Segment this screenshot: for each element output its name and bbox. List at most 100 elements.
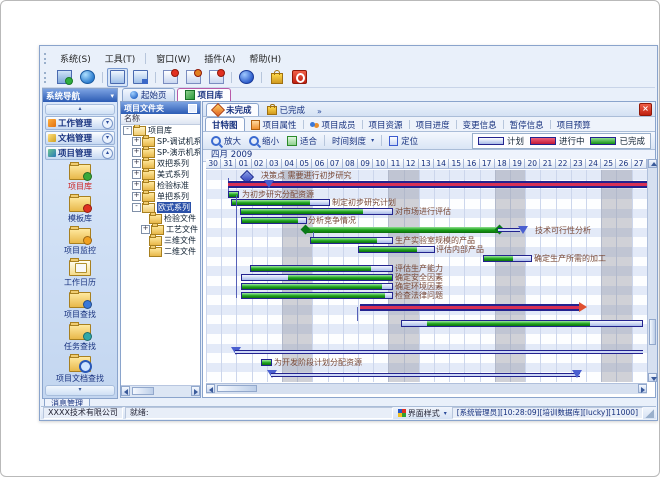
tree-node-3[interactable]: +双把系列: [121, 158, 200, 169]
task-bar[interactable]: [358, 246, 435, 253]
open-folder-button[interactable]: [107, 68, 128, 87]
globe-button[interactable]: [77, 68, 98, 87]
menu-item-0[interactable]: 系统(S): [53, 51, 98, 66]
plan-line[interactable]: [498, 228, 520, 232]
plan-line[interactable]: [235, 350, 643, 354]
workspace-button[interactable]: [54, 68, 75, 87]
func-tab-1[interactable]: 项目属性: [245, 118, 303, 131]
sidebar-scroll-up-button[interactable]: ▴: [45, 104, 115, 115]
expander-plus-icon[interactable]: +: [132, 137, 141, 146]
gantt-tool-3[interactable]: 时间刻度▾: [328, 135, 378, 147]
lock-button[interactable]: [266, 68, 287, 87]
scroll-up-button[interactable]: [648, 159, 657, 168]
chevron-down-icon[interactable]: ▾: [102, 118, 113, 129]
mail-receive-button[interactable]: [206, 68, 227, 87]
task-bar[interactable]: [241, 283, 393, 290]
sidebar-collapsed-group[interactable]: ▾: [45, 385, 115, 396]
gantt-tool-4[interactable]: 定位: [385, 135, 422, 147]
gantt-tool-2[interactable]: 适合: [283, 135, 321, 147]
tree-node-10[interactable]: 三维文件: [121, 235, 200, 246]
plan-line[interactable]: [271, 373, 580, 377]
expander-plus-icon[interactable]: +: [132, 192, 141, 201]
scroll-right-button[interactable]: [191, 386, 200, 396]
tree-column-header[interactable]: 名称: [121, 114, 200, 125]
tree-node-0[interactable]: -项目库: [121, 125, 200, 136]
menu-item-1[interactable]: 工具(T): [98, 51, 143, 66]
func-tab-4[interactable]: 项目进度: [410, 118, 456, 131]
task-bar[interactable]: [401, 320, 643, 327]
sidebar-collapse-button[interactable]: ▾: [110, 92, 114, 100]
sidebar-group-2[interactable]: 项目管理▴: [45, 146, 115, 160]
vertical-scrollbar[interactable]: [647, 159, 657, 382]
task-bar[interactable]: [241, 217, 307, 224]
expander-plus-icon[interactable]: +: [132, 148, 141, 157]
tree-node-8[interactable]: 检验文件: [121, 213, 200, 224]
tree-node-1[interactable]: +SP-调试机系: [121, 136, 200, 147]
scroll-left-button[interactable]: [121, 386, 130, 396]
tree-node-2[interactable]: +SP-演示机系: [121, 147, 200, 158]
resize-grip[interactable]: [645, 409, 654, 418]
expander-plus-icon[interactable]: +: [132, 170, 141, 179]
tree-node-6[interactable]: +单把系列: [121, 191, 200, 202]
scroll-thumb[interactable]: [132, 387, 154, 395]
tree-node-9[interactable]: +工艺文件: [121, 224, 200, 235]
doc-tab-0[interactable]: 起始页: [122, 88, 175, 101]
scroll-thumb[interactable]: [649, 319, 656, 345]
mail-alert-button[interactable]: [160, 68, 181, 87]
tree-node-5[interactable]: +检验标准: [121, 180, 200, 191]
sidebar-item-6[interactable]: 项目文档查找: [43, 356, 117, 384]
help-button[interactable]: [236, 68, 257, 87]
doc-tab-1[interactable]: 项目库: [177, 88, 232, 101]
func-tab-0[interactable]: 甘特图: [205, 117, 245, 131]
sidebar-group-0[interactable]: 工作管理▾: [45, 116, 115, 130]
view-tab-0[interactable]: 未完成: [206, 103, 259, 116]
gantt-tool-0[interactable]: 放大: [207, 135, 245, 147]
horizontal-scrollbar[interactable]: [206, 383, 647, 394]
view-tab-1[interactable]: 已完成: [261, 104, 312, 116]
exit-button[interactable]: [289, 68, 310, 87]
sidebar-item-1[interactable]: 模板库: [43, 196, 117, 224]
task-bar[interactable]: [250, 265, 393, 272]
tab-overflow-chevron[interactable]: »: [313, 107, 326, 116]
task-bar[interactable]: [261, 359, 272, 366]
expander-plus-icon[interactable]: +: [141, 225, 150, 234]
func-tab-6[interactable]: 暂停信息: [504, 118, 550, 131]
expander-plus-icon[interactable]: +: [132, 181, 141, 190]
scroll-thumb[interactable]: [217, 385, 257, 392]
milestone-marker[interactable]: [518, 226, 528, 234]
pin-icon[interactable]: [188, 104, 197, 113]
func-tab-7[interactable]: 项目预算: [551, 118, 597, 131]
tree-node-7[interactable]: -欧式系列: [121, 202, 200, 213]
sidebar-item-0[interactable]: 项目库: [43, 164, 117, 192]
expander-plus-icon[interactable]: +: [132, 159, 141, 168]
menu-item-2[interactable]: 窗口(W): [149, 51, 197, 66]
func-tab-3[interactable]: 项目资源: [363, 118, 409, 131]
task-bar[interactable]: [228, 191, 239, 198]
close-panel-button[interactable]: ×: [639, 103, 652, 116]
task-bar[interactable]: [241, 292, 393, 299]
expander-minus-icon[interactable]: -: [132, 203, 141, 212]
task-bar[interactable]: [231, 199, 330, 206]
milestone-marker[interactable]: [264, 180, 274, 188]
task-bar[interactable]: [483, 255, 532, 262]
summary-bar-inprogress[interactable]: [360, 304, 579, 311]
func-tab-5[interactable]: 变更信息: [457, 118, 503, 131]
tree-node-11[interactable]: 二维文件: [121, 246, 200, 257]
func-tab-2[interactable]: 项目成员: [304, 118, 362, 131]
sidebar-item-2[interactable]: 项目监控: [43, 228, 117, 256]
scroll-left-button[interactable]: [206, 384, 215, 393]
folder-view-button[interactable]: [130, 68, 151, 87]
chevron-down-icon[interactable]: ▾: [102, 133, 113, 144]
sidebar-group-1[interactable]: 文档管理▾: [45, 131, 115, 145]
task-bar[interactable]: [310, 237, 393, 244]
menu-item-4[interactable]: 帮助(H): [242, 51, 288, 66]
task-bar[interactable]: [240, 208, 393, 215]
summary-bar-done[interactable]: [305, 227, 500, 233]
tree-node-4[interactable]: +美式系列: [121, 169, 200, 180]
milestone-marker[interactable]: [572, 370, 582, 378]
tree-horizontal-scrollbar[interactable]: [121, 385, 200, 397]
scroll-right-button[interactable]: [638, 384, 647, 393]
sidebar-item-5[interactable]: 任务查找: [43, 324, 117, 352]
sidebar-item-4[interactable]: 项目查找: [43, 292, 117, 320]
task-bar[interactable]: [241, 274, 393, 281]
